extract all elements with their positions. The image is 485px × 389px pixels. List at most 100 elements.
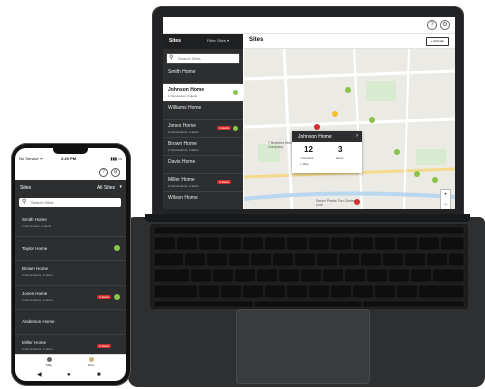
map-pin-ok[interactable] [432,177,438,183]
chevron-down-icon[interactable]: ▾ [119,184,122,190]
nav-sites[interactable]: Sites [81,356,101,367]
filter-sites-dropdown[interactable]: Filter Sites ▾ [207,38,229,43]
list-item[interactable]: Smith Home 1 Nomination, 2 alerts [15,212,126,237]
battery-icon: ▮▮▮ ▭ [110,156,123,161]
site-summary: 1 Nomination, 2 alerts [22,224,52,228]
laptop-trackpad [236,309,370,384]
nav-map[interactable]: Map [39,356,59,367]
sites-icon [88,357,94,362]
map-pin-alert[interactable] [314,124,320,130]
list-item[interactable]: Jones Home 2 Nominations, 2 alerts 2 ale… [15,286,126,310]
map-pin-ok[interactable] [345,87,351,93]
map-pin-ok[interactable] [414,171,420,177]
favorites-label: Favorites [301,156,314,160]
site-item[interactable]: Jones Home 2 Nominations, 2 alerts 2 ale… [163,120,243,138]
site-summary: 2 Nominations, 2 alerts [22,297,53,302]
home-button[interactable]: ● [67,371,71,379]
phone-site-list: Smith Home 1 Nomination, 2 alerts Taylor… [15,212,126,359]
add-site-button[interactable]: + Add site [425,37,449,46]
recents-button[interactable]: ■ [97,371,101,379]
site-name: Smith Home [168,69,196,75]
site-name: Anderson Home [22,319,55,324]
alert-badge: 2 alerts [97,294,111,299]
sidebar-header: Sites Filter Sites ▾ [163,34,243,49]
status-ok-icon [233,90,238,95]
status-time: 2:20 PM [61,156,77,161]
keyboard-keys [153,226,465,308]
map-pin-icon [46,357,52,362]
back-button[interactable]: ◀ [37,371,42,379]
phone-sites-bar: Sites All Sites ▾ [15,180,126,196]
site-item[interactable]: Brown Home 2 Nominations, 2 alerts [163,138,243,156]
help-icon[interactable]: ? [427,20,437,30]
phone-app-header: ? ⚙ [15,166,126,180]
site-item[interactable]: Wilson Home [163,192,243,209]
site-name: Johnson Home [168,87,205,93]
sidebar-title: Sites [169,38,181,44]
gear-icon[interactable]: ⚙ [111,168,120,177]
carrier-label: No Service ᯤ [19,156,44,161]
site-name: Jones Home [168,123,197,129]
site-popup[interactable]: Johnson Home › 12 Favorites 3 alerts + M… [292,131,362,173]
popup-map-link[interactable]: + Map [300,162,308,166]
site-item-active[interactable]: Johnson Home 1 Nomination, 2 alerts [163,84,243,102]
popup-header: Johnson Home › [292,131,362,142]
list-item[interactable]: Anderson Home [15,310,126,335]
site-item[interactable]: Miller Home 2 Nominations, 2 alerts 2 al… [163,174,243,192]
laptop-keyboard [150,224,468,309]
chevron-right-icon[interactable]: › [356,133,358,139]
site-name: Davis Home [168,159,196,165]
status-ok-icon [233,126,238,131]
page-title: Sites [249,37,264,43]
site-list: Smith Home Johnson Home 1 Nomination, 2 … [163,66,243,209]
android-system-nav: ◀ ● ■ [15,369,126,381]
nav-label: Sites [87,363,95,367]
site-name: Taylor Home [22,245,48,251]
search-input[interactable]: ⚲ Search Sites [166,53,240,64]
site-name: Miller Home [22,339,47,345]
alerts-count: 3 [338,145,343,154]
map-pin-warning[interactable] [332,111,338,117]
sidebar: Sites Filter Sites ▾ ⚲ Search Sites Smit… [163,34,243,209]
map-pin-ok[interactable] [369,117,375,123]
site-map[interactable]: 7 Brothers Moving Company Seven Peaks Fu… [244,49,455,209]
site-summary: 1 Nomination, 2 alerts [168,94,198,98]
site-summary: 2 Nominations, 2 alerts [168,148,199,152]
map-graphic [244,49,455,209]
phone-bottom-nav: Map Sites [15,354,126,369]
all-sites-dropdown[interactable]: All Sites [97,185,115,191]
site-summary: 2 Nominations, 2 alerts [168,130,199,134]
phone-notch [53,148,88,154]
site-item[interactable]: Williams Home [163,102,243,120]
site-summary: 2 Nominations, 2 alerts [168,184,199,188]
favorites-count: 12 [304,145,313,154]
map-label: Seven Peaks Fun Center Lehi [316,199,356,207]
phone-screen: No Service ᯤ 2:20 PM ▮▮▮ ▭ ? ⚙ Sites All… [15,148,126,381]
search-icon: ⚲ [169,55,174,61]
zoom-out-button[interactable]: − [441,200,450,209]
site-name: Miller Home [168,177,195,183]
site-name: Wilson Home [168,195,198,201]
site-summary: 2 Nominations, 2 alerts [22,346,53,351]
map-zoom-control: + − [440,189,451,209]
search-placeholder: Search Sites [178,56,201,61]
list-item[interactable]: Taylor Home [15,237,126,261]
site-name: Brown Home [22,266,49,271]
alert-badge: 2 alerts [217,126,231,130]
sites-title: Sites [20,185,32,191]
main-header: Sites + Add site [244,34,455,49]
zoom-in-button[interactable]: + [441,190,450,200]
site-item[interactable]: Smith Home [163,66,243,84]
phone-search-input[interactable]: ⚲ Search Sites [19,198,121,207]
popup-title: Johnson Home [298,134,332,140]
map-pin-ok[interactable] [394,149,400,155]
alert-badge: 2 alerts [217,180,231,184]
gear-icon[interactable]: ⚙ [440,20,450,30]
app-header: ? ⚙ [163,17,455,34]
laptop-hinge [145,214,470,222]
list-item[interactable]: Brown Home 2 Nominations, 2 alerts [15,261,126,286]
alerts-label: alerts [336,156,344,160]
site-name: Jones Home [22,290,48,296]
help-icon[interactable]: ? [99,168,108,177]
site-item[interactable]: Davis Home [163,156,243,174]
